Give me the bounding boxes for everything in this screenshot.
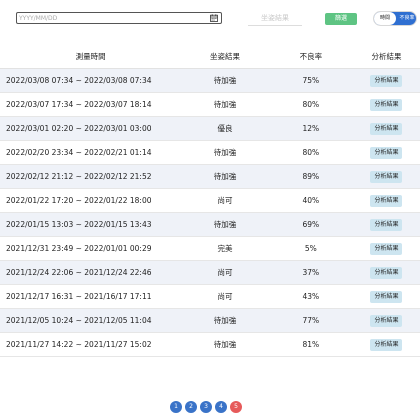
cell-defect-rate: 80% [268,92,353,117]
cell-analysis: 分析結果 [352,308,420,333]
cell-posture-result: 尚可 [181,284,269,309]
cell-defect-rate: 77% [268,308,353,333]
page-button-2[interactable]: 2 [185,401,197,413]
analysis-result-button[interactable]: 分析結果 [370,74,403,87]
cell-analysis: 分析結果 [352,236,420,261]
cell-defect-rate: 80% [268,140,353,165]
cell-defect-rate: 5% [268,236,353,261]
cell-measure-time: 2022/03/01 02:20 ~ 2022/03/01 03:00 [0,116,182,141]
analysis-result-button[interactable]: 分析結果 [370,266,403,279]
cell-measure-time: 2021/12/05 10:24 ~ 2021/12/05 11:04 [0,308,182,333]
analysis-result-button[interactable]: 分析結果 [370,146,403,159]
analysis-result-button[interactable]: 分析結果 [370,290,403,303]
cell-defect-rate: 69% [268,212,353,237]
cell-posture-result: 完美 [181,236,269,261]
toggle-option-time[interactable]: 時間 [374,12,396,25]
table-row: 2021/12/05 10:24 ~ 2021/12/05 11:04 待加強 77… [0,308,420,333]
analysis-result-button[interactable]: 分析結果 [370,338,403,351]
table-row: 2022/03/08 07:34 ~ 2022/03/08 07:34 待加強 75… [0,68,420,93]
cell-posture-result: 待加強 [181,164,269,189]
cell-defect-rate: 75% [268,68,353,93]
pagination: 12345 [170,401,242,413]
cell-measure-time: 2021/11/27 14:22 ~ 2021/11/27 15:02 [0,332,182,357]
cell-defect-rate: 37% [268,260,353,285]
cell-posture-result: 待加強 [181,308,269,333]
analysis-result-button[interactable]: 分析結果 [370,314,403,327]
cell-analysis: 分析結果 [352,164,420,189]
cell-analysis: 分析結果 [352,332,420,357]
page-button-3[interactable]: 3 [200,401,212,413]
cell-measure-time: 2022/01/22 17:20 ~ 2022/01/22 18:00 [0,188,182,213]
header-posture-result: 坐姿結果 [181,44,269,69]
calendar-icon[interactable] [210,14,218,22]
date-input[interactable] [19,13,199,23]
cell-posture-result: 待加強 [181,332,269,357]
analysis-result-button[interactable]: 分析結果 [370,194,403,207]
cell-posture-result: 待加強 [181,68,269,93]
analysis-result-button[interactable]: 分析結果 [370,122,403,135]
page-button-4[interactable]: 4 [215,401,227,413]
table-row: 2021/12/24 22:06 ~ 2021/12/24 22:46 尚可 37%… [0,260,420,285]
table-row: 2021/12/17 16:31 ~ 2021/16/17 17:11 尚可 43%… [0,284,420,309]
toggle-option-rate[interactable]: 不良率 [397,12,417,25]
cell-defect-rate: 43% [268,284,353,309]
cell-analysis: 分析結果 [352,284,420,309]
table-row: 2021/11/27 14:22 ~ 2021/11/27 15:02 待加強 81… [0,332,420,357]
cell-measure-time: 2022/02/12 21:12 ~ 2022/02/12 21:52 [0,164,182,189]
cell-posture-result: 待加強 [181,140,269,165]
cell-analysis: 分析結果 [352,212,420,237]
table-row: 2022/03/01 02:20 ~ 2022/03/01 03:00 優良 12%… [0,116,420,141]
measurement-table: 測量時間 坐姿結果 不良率 分析結果 2022/03/08 07:34 ~ 20… [0,44,420,357]
cell-measure-time: 2022/03/08 07:34 ~ 2022/03/08 07:34 [0,68,182,93]
cell-analysis: 分析結果 [352,68,420,93]
header-defect-rate: 不良率 [268,44,353,69]
cell-measure-time: 2021/12/17 16:31 ~ 2021/16/17 17:11 [0,284,182,309]
table-row: 2022/01/15 13:03 ~ 2022/01/15 13:43 待加強 69… [0,212,420,237]
cell-analysis: 分析結果 [352,260,420,285]
table-row: 2022/02/20 23:34 ~ 2022/02/21 01:14 待加強 80… [0,140,420,165]
cell-analysis: 分析結果 [352,92,420,117]
cell-posture-result: 尚可 [181,188,269,213]
cell-defect-rate: 12% [268,116,353,141]
cell-measure-time: 2021/12/31 23:49 ~ 2022/01/01 00:29 [0,236,182,261]
header-analysis: 分析結果 [352,44,420,69]
cell-defect-rate: 89% [268,164,353,189]
filter-bar: 坐姿結果 篩選 時間 不良率 [0,0,420,40]
page-button-1[interactable]: 1 [170,401,182,413]
cell-posture-result: 待加強 [181,212,269,237]
cell-measure-time: 2021/12/24 22:06 ~ 2021/12/24 22:46 [0,260,182,285]
analysis-result-button[interactable]: 分析結果 [370,170,403,183]
cell-measure-time: 2022/03/07 17:34 ~ 2022/03/07 18:14 [0,92,182,117]
cell-defect-rate: 40% [268,188,353,213]
page-button-5[interactable]: 5 [230,401,242,413]
cell-analysis: 分析結果 [352,188,420,213]
table-row: 2022/03/07 17:34 ~ 2022/03/07 18:14 待加強 80… [0,92,420,117]
cell-posture-result: 待加強 [181,92,269,117]
table-row: 2022/02/12 21:12 ~ 2022/02/12 21:52 待加強 89… [0,164,420,189]
cell-measure-time: 2022/01/15 13:03 ~ 2022/01/15 13:43 [0,212,182,237]
analysis-result-button[interactable]: 分析結果 [370,242,403,255]
cell-measure-time: 2022/02/20 23:34 ~ 2022/02/21 01:14 [0,140,182,165]
table-header-row: 測量時間 坐姿結果 不良率 分析結果 [0,44,420,69]
analysis-result-button[interactable]: 分析結果 [370,98,403,111]
cell-posture-result: 優良 [181,116,269,141]
table-row: 2022/01/22 17:20 ~ 2022/01/22 18:00 尚可 40%… [0,188,420,213]
cell-posture-result: 尚可 [181,260,269,285]
date-field[interactable] [16,12,222,24]
table-row: 2021/12/31 23:49 ~ 2022/01/01 00:29 完美 5% 分… [0,236,420,261]
header-measure-time: 測量時間 [0,44,182,69]
analysis-result-button[interactable]: 分析結果 [370,218,403,231]
cell-analysis: 分析結果 [352,140,420,165]
cell-analysis: 分析結果 [352,116,420,141]
cell-defect-rate: 81% [268,332,353,357]
posture-result-select[interactable]: 坐姿結果 [248,13,302,26]
filter-button[interactable]: 篩選 [325,13,357,25]
sort-toggle[interactable]: 時間 不良率 [373,11,417,26]
